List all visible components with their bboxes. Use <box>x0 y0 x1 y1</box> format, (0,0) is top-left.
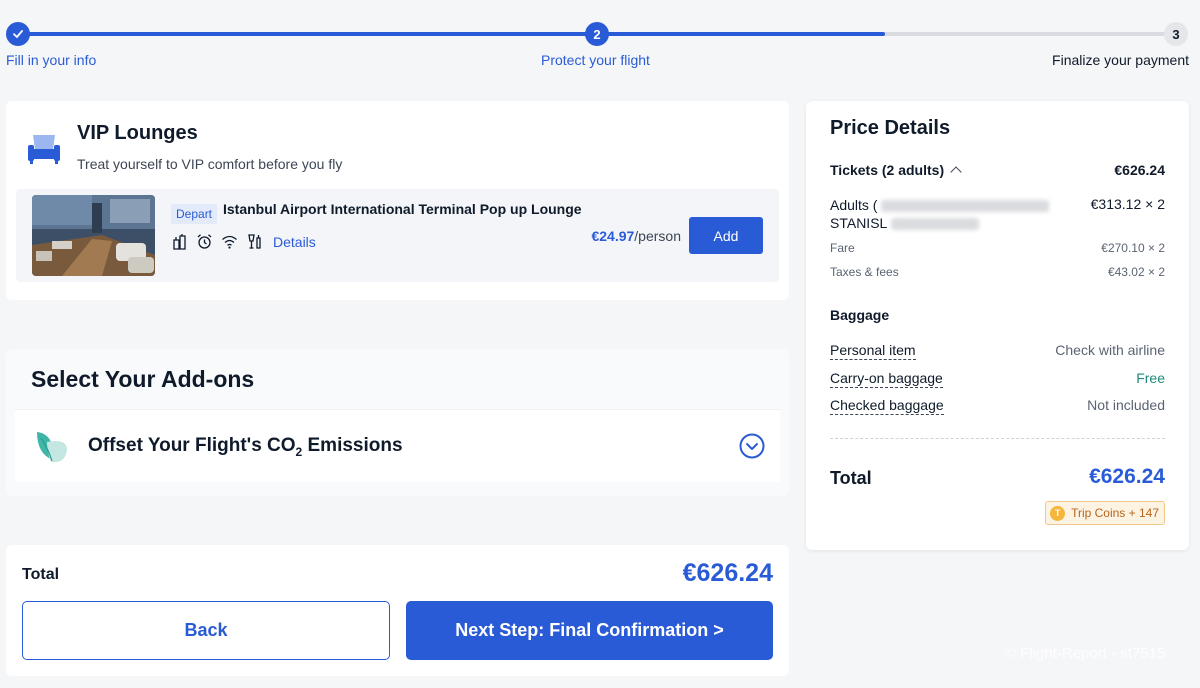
tickets-row[interactable]: Tickets (2 adults) €626.24 <box>830 162 1165 178</box>
tickets-label: Tickets (2 adults) <box>830 162 945 178</box>
addons-title: Select Your Add-ons <box>31 366 255 392</box>
lounge-item: Depart Istanbul Airport International Te… <box>16 189 779 282</box>
fare-label: Fare <box>830 241 855 255</box>
details-link[interactable]: Details <box>273 234 316 250</box>
offset-label-prefix: Offset Your Flight's CO <box>88 435 296 456</box>
baggage-row: Checked baggage Not included <box>830 397 1165 415</box>
tickets-amount: €626.24 <box>1114 162 1165 178</box>
vip-subtitle: Treat yourself to VIP comfort before you… <box>77 156 343 172</box>
lounge-price-unit: /person <box>634 228 681 244</box>
price-details-panel: Price Details Tickets (2 adults) €626.24… <box>806 101 1189 550</box>
step-1-check-icon <box>6 22 30 46</box>
back-button[interactable]: Back <box>22 601 390 660</box>
coin-icon: T <box>1050 505 1066 521</box>
vip-lounges-card: VIP Lounges Treat yourself to VIP comfor… <box>6 101 789 300</box>
lounge-photo <box>32 195 155 276</box>
drinks-icon <box>248 234 261 249</box>
adults-label-line2: STANISL <box>830 215 887 231</box>
taxes-amount: €43.02 × 2 <box>1107 265 1165 279</box>
baggage-carry-on[interactable]: Carry-on baggage <box>830 370 943 388</box>
total-bar: Total €626.24 Back Next Step: Final Conf… <box>6 545 789 676</box>
price-total-amount: €626.24 <box>1089 465 1165 488</box>
wifi-icon <box>222 235 237 249</box>
baggage-checked[interactable]: Checked baggage <box>830 397 944 415</box>
offset-label-suffix: Emissions <box>302 435 403 456</box>
divider <box>830 438 1165 439</box>
food-icon <box>173 234 186 250</box>
baggage-personal-item[interactable]: Personal item <box>830 342 916 360</box>
progress-stepper: 2 3 Fill in your info Protect your fligh… <box>0 0 1200 80</box>
offset-emissions-row[interactable]: Offset Your Flight's CO2 Emissions <box>15 409 780 482</box>
trip-coins-badge: T Trip Coins + 147 <box>1045 501 1165 525</box>
leaf-icon <box>37 432 67 463</box>
trip-coins-label: Trip Coins + 147 <box>1071 506 1159 520</box>
step-2-label: Protect your flight <box>541 52 650 68</box>
adults-label-line1: Adults ( <box>830 197 878 213</box>
next-step-button[interactable]: Next Step: Final Confirmation > <box>406 601 773 660</box>
addons-card: Select Your Add-ons Offset Your Flight's… <box>6 349 789 496</box>
fare-amount: €270.10 × 2 <box>1101 241 1165 255</box>
total-label: Total <box>22 566 60 583</box>
baggage-title: Baggage <box>830 307 890 323</box>
watermark: © Flight-Report - st7515 <box>1005 645 1166 662</box>
offset-emissions-label: Offset Your Flight's CO2 Emissions <box>88 435 403 459</box>
lounge-price: €24.97/person <box>591 228 681 244</box>
baggage-row: Carry-on baggage Free <box>830 370 1165 388</box>
adults-row: Adults ( STANISL €313.12 × 2 <box>830 196 1165 232</box>
stepper-progress <box>18 32 885 36</box>
alarm-icon <box>197 234 212 249</box>
taxes-row: Taxes & fees €43.02 × 2 <box>830 265 1165 279</box>
amenities: Details <box>171 233 316 250</box>
armchair-icon <box>28 135 60 164</box>
redacted-name <box>890 218 979 231</box>
step-3-number: 3 <box>1164 22 1188 46</box>
price-details-title: Price Details <box>830 117 951 139</box>
baggage-value: Not included <box>1087 397 1165 413</box>
vip-title: VIP Lounges <box>77 122 198 144</box>
adults-amount: €313.12 × 2 <box>1090 196 1165 212</box>
step-2-number: 2 <box>585 22 609 46</box>
taxes-label: Taxes & fees <box>830 265 899 279</box>
fare-row: Fare €270.10 × 2 <box>830 241 1165 255</box>
tickets-label-wrap: Tickets (2 adults) <box>830 162 962 178</box>
depart-tag: Depart <box>171 204 218 224</box>
lounge-price-amount: €24.97 <box>591 228 635 244</box>
chevron-down-icon[interactable] <box>739 433 765 459</box>
redacted-name <box>881 200 1050 213</box>
adults-label: Adults ( STANISL <box>830 196 1060 232</box>
chevron-up-icon[interactable] <box>950 166 962 178</box>
baggage-value: Check with airline <box>1055 342 1165 358</box>
price-total-label: Total <box>830 468 872 488</box>
baggage-value: Free <box>1136 370 1165 386</box>
add-lounge-button[interactable]: Add <box>689 217 763 254</box>
total-amount: €626.24 <box>682 559 773 587</box>
step-3-label: Finalize your payment <box>1052 52 1189 68</box>
step-1-label[interactable]: Fill in your info <box>6 52 96 68</box>
lounge-name: Istanbul Airport International Terminal … <box>223 201 582 217</box>
baggage-row: Personal item Check with airline <box>830 342 1165 360</box>
